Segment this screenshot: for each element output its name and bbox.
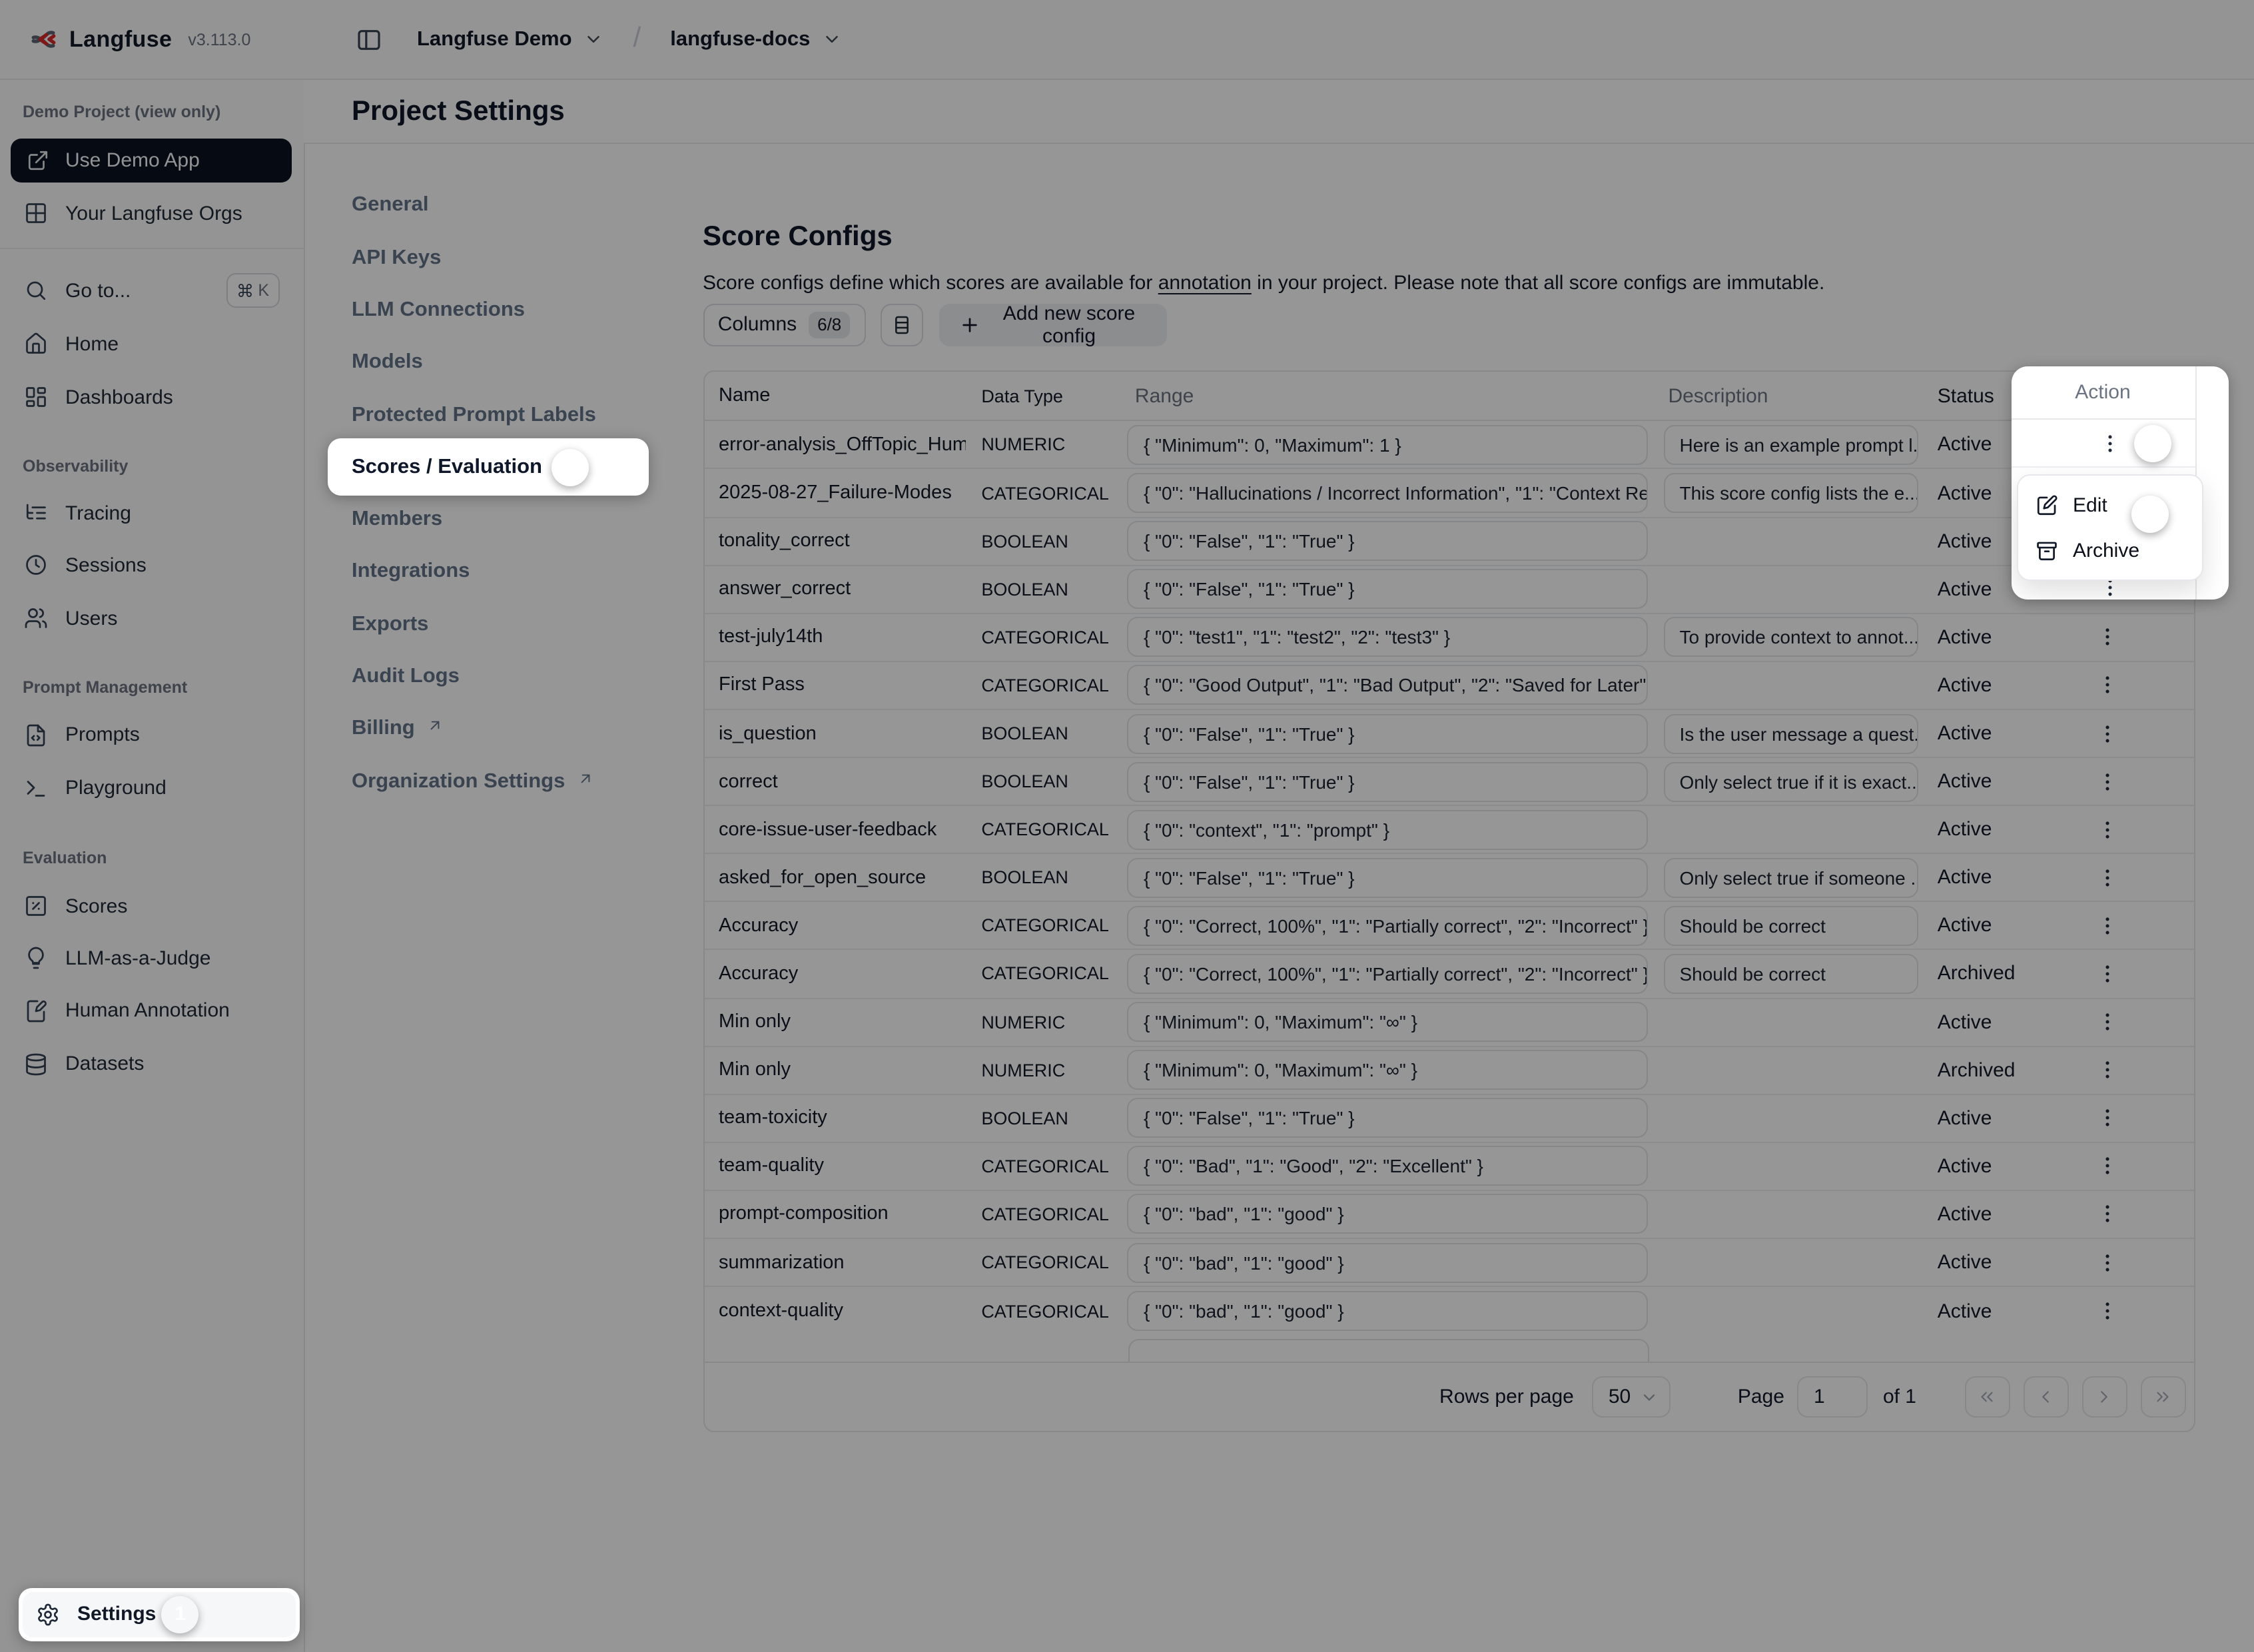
row-actions-menu: Edit Archive xyxy=(2017,474,2203,580)
edit-label: Edit xyxy=(2073,495,2107,518)
archive-label: Archive xyxy=(2073,540,2139,562)
menu-item-archive[interactable]: Archive xyxy=(2018,528,2201,573)
tour-dim-overlay xyxy=(0,0,2254,1652)
menu-item-edit[interactable]: Edit xyxy=(2018,484,2201,528)
tour-badge-3: 3 xyxy=(2134,425,2171,462)
sidebar-item-settings[interactable]: Settings xyxy=(23,1591,295,1637)
app-window: Langfuse v3.113.0 Demo Project (view onl… xyxy=(0,0,2254,1652)
settings-button-spotlight[interactable]: Settings xyxy=(19,1587,299,1641)
settings-nav-item-scores-evaluation[interactable]: Scores / Evaluation xyxy=(352,456,542,480)
settings-label: Settings xyxy=(77,1603,156,1625)
tour-badge-4: 4 xyxy=(2131,496,2168,533)
row-border xyxy=(2011,466,2195,467)
archive-icon xyxy=(2036,540,2058,562)
gear-icon xyxy=(36,1602,60,1626)
row-actions-dots-icon[interactable] xyxy=(2097,432,2121,456)
square-pen-icon xyxy=(2036,495,2058,518)
action-column-header: Action xyxy=(2011,366,2195,419)
scores-evaluation-spotlight[interactable]: Scores / Evaluation xyxy=(328,439,649,496)
